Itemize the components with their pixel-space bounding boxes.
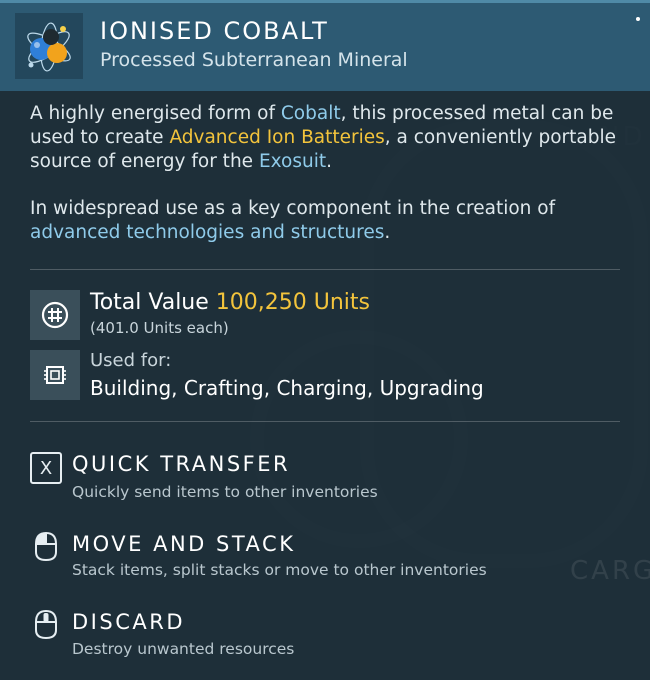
used-for-label: Used for: <box>90 350 172 371</box>
unit-price: (401.0 Units each) <box>90 319 229 337</box>
item-header: IONISED COBALT Processed Subterranean Mi… <box>0 0 650 91</box>
divider <box>30 421 620 422</box>
link-advanced-technologies: advanced technologies and structures <box>30 222 385 243</box>
crafting-chip-icon <box>30 350 80 400</box>
mouse-middle-click-icon[interactable] <box>30 608 62 640</box>
link-exosuit: Exosuit <box>258 151 327 172</box>
divider <box>30 269 620 270</box>
item-title: IONISED COBALT <box>100 17 329 45</box>
mouse-left-click-icon[interactable] <box>30 530 62 562</box>
quick-transfer-description: Quickly send items to other inventories <box>72 483 378 501</box>
total-value-amount: 100,250 Units <box>215 290 370 315</box>
header-indicator-dot <box>636 17 640 21</box>
used-for-value: Building, Crafting, Charging, Upgrading <box>90 376 484 400</box>
background-label-cargo: CARGO <box>570 556 650 586</box>
discard-action[interactable]: DISCARD <box>72 610 185 634</box>
link-advanced-ion-batteries: Advanced Ion Batteries <box>169 127 385 148</box>
item-description-usage: In widespread use as a key component in … <box>30 198 556 243</box>
ionised-cobalt-atom-icon <box>15 13 83 79</box>
item-subtitle: Processed Subterranean Mineral <box>100 49 408 71</box>
quick-transfer-action[interactable]: QUICK TRANSFER <box>72 452 290 476</box>
total-value: Total Value 100,250 Units <box>90 290 370 315</box>
x-key-icon[interactable]: X <box>30 452 62 484</box>
units-currency-icon <box>30 290 80 340</box>
discard-description: Destroy unwanted resources <box>72 640 295 658</box>
move-and-stack-description: Stack items, split stacks or move to oth… <box>72 561 487 579</box>
move-and-stack-action[interactable]: MOVE AND STACK <box>72 532 295 556</box>
link-cobalt: Cobalt <box>280 103 341 124</box>
item-description: A highly energised form of Cobalt, this … <box>30 103 617 172</box>
